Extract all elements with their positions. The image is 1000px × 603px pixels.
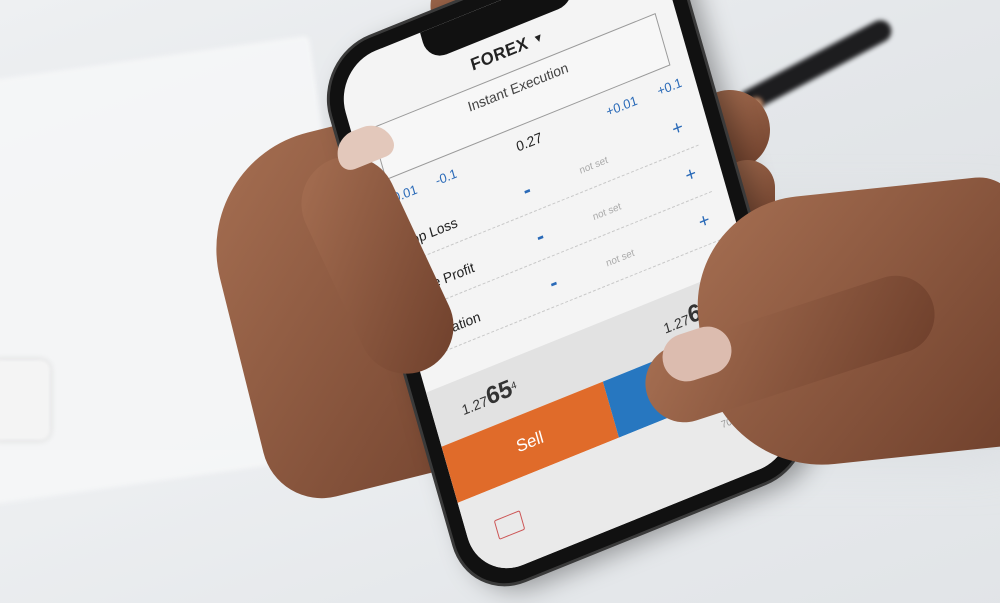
volume-increase-small-button[interactable]: +0.01 (604, 93, 639, 120)
deviation-plus-button[interactable]: + (696, 209, 712, 234)
dropdown-caret-icon: ▼ (531, 30, 546, 47)
deviation-value[interactable]: not set (605, 248, 636, 270)
deviation-minus-button[interactable]: - (547, 269, 561, 297)
stop-loss-minus-button[interactable]: - (520, 176, 534, 204)
take-profit-plus-button[interactable]: + (683, 163, 699, 188)
stop-loss-plus-button[interactable]: + (670, 116, 686, 141)
take-profit-minus-button[interactable]: - (533, 223, 547, 251)
take-profit-value[interactable]: not set (592, 201, 623, 223)
volume-value[interactable]: 0.27 (514, 129, 544, 155)
chart-icon[interactable] (493, 510, 526, 540)
volume-increase-large-button[interactable]: +0.1 (656, 75, 684, 99)
volume-decrease-large-button[interactable]: -0.1 (434, 165, 459, 188)
stop-loss-value[interactable]: not set (578, 155, 609, 177)
sell-price: 1.27654 (458, 373, 521, 422)
background-cup (0, 360, 50, 440)
